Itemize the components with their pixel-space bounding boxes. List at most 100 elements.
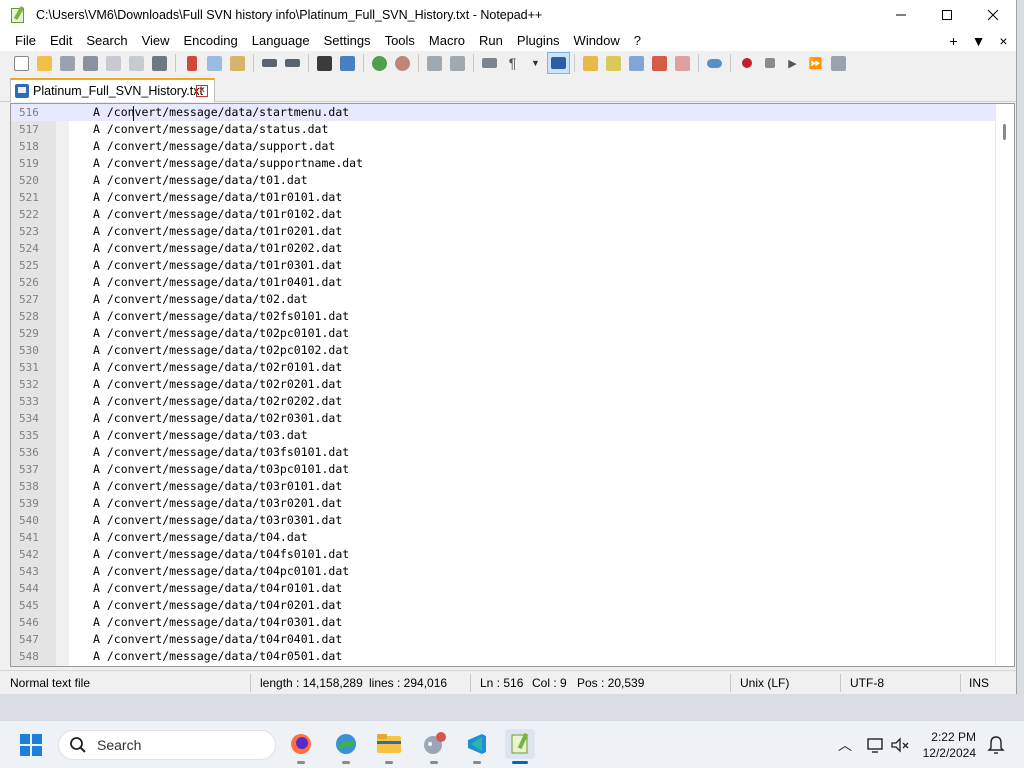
line-text[interactable]: A /convert/message/data/supportname.dat xyxy=(93,155,363,172)
editor-line[interactable]: 521 A /convert/message/data/t01r0101.dat xyxy=(11,189,996,206)
vertical-scrollbar[interactable] xyxy=(995,104,1014,666)
line-text[interactable]: A /convert/message/data/t03r0101.dat xyxy=(93,478,342,495)
notification-bell-icon[interactable] xyxy=(987,735,1005,755)
line-text[interactable]: A /convert/message/data/t04r0201.dat xyxy=(93,597,342,614)
word-wrap-button[interactable] xyxy=(478,52,501,74)
editor-lines[interactable]: 516 A /convert/message/data/startmenu.dat… xyxy=(11,104,996,665)
menu-settings[interactable]: Settings xyxy=(317,30,378,51)
network-icon[interactable] xyxy=(866,736,886,754)
cut-button[interactable] xyxy=(180,52,203,74)
menu-language[interactable]: Language xyxy=(245,30,317,51)
new-file-button[interactable] xyxy=(10,52,33,74)
editor-line[interactable]: 536 A /convert/message/data/t03fs0101.dat xyxy=(11,444,996,461)
menu-file[interactable]: File xyxy=(8,30,43,51)
line-text[interactable]: A /convert/message/data/t02r0101.dat xyxy=(93,359,342,376)
editor-line[interactable]: 528 A /convert/message/data/t02fs0101.dat xyxy=(11,308,996,325)
editor-line[interactable]: 530 A /convert/message/data/t02pc0102.dat xyxy=(11,342,996,359)
stop-record-button[interactable] xyxy=(758,52,781,74)
user-defined-lang-button[interactable] xyxy=(579,52,602,74)
line-text[interactable]: A /convert/message/data/t02pc0102.dat xyxy=(93,342,349,359)
line-text[interactable]: A /convert/message/data/t02r0201.dat xyxy=(93,376,342,393)
text-editor[interactable]: 516 A /convert/message/data/startmenu.dat… xyxy=(10,103,1015,667)
line-text[interactable]: A /convert/message/data/t03r0301.dat xyxy=(93,512,342,529)
find-button[interactable] xyxy=(313,52,336,74)
menu-plugins[interactable]: Plugins xyxy=(510,30,567,51)
line-text[interactable]: A /convert/message/data/t04.dat xyxy=(93,529,308,546)
line-text[interactable]: A /convert/message/data/t01r0301.dat xyxy=(93,257,342,274)
show-hidden-icons-chevron-icon[interactable]: ︿ xyxy=(834,735,856,755)
taskbar-browser[interactable] xyxy=(331,729,361,764)
save-macro-button[interactable] xyxy=(827,52,850,74)
line-text[interactable]: A /convert/message/data/t02.dat xyxy=(93,291,308,308)
replace-button[interactable] xyxy=(336,52,359,74)
title-bar[interactable]: C:\Users\VM6\Downloads\Full SVN history … xyxy=(0,0,1016,30)
editor-line[interactable]: 523 A /convert/message/data/t01r0201.dat xyxy=(11,223,996,240)
indent-guide-button[interactable] xyxy=(547,52,570,74)
line-text[interactable]: A /convert/message/data/t03.dat xyxy=(93,427,308,444)
editor-line[interactable]: 529 A /convert/message/data/t02pc0101.dat xyxy=(11,325,996,342)
menu-macro[interactable]: Macro xyxy=(422,30,472,51)
zoom-out-button[interactable] xyxy=(391,52,414,74)
editor-line[interactable]: 537 A /convert/message/data/t03pc0101.dat xyxy=(11,461,996,478)
menu-edit[interactable]: Edit xyxy=(43,30,79,51)
folder-workspace-button[interactable] xyxy=(671,52,694,74)
record-macro-button[interactable] xyxy=(735,52,758,74)
editor-line[interactable]: 541 A /convert/message/data/t04.dat xyxy=(11,529,996,546)
menu-run[interactable]: Run xyxy=(472,30,510,51)
editor-line[interactable]: 544 A /convert/message/data/t04r0101.dat xyxy=(11,580,996,597)
volume-muted-icon[interactable] xyxy=(890,736,910,754)
line-text[interactable]: A /convert/message/data/t04pc0101.dat xyxy=(93,563,349,580)
taskbar-search[interactable]: Search xyxy=(58,730,276,760)
sync-vertical-button[interactable] xyxy=(423,52,446,74)
paste-button[interactable] xyxy=(226,52,249,74)
editor-line[interactable]: 538 A /convert/message/data/t03r0101.dat xyxy=(11,478,996,495)
function-list-button[interactable] xyxy=(648,52,671,74)
editor-line[interactable]: 545 A /convert/message/data/t04r0201.dat xyxy=(11,597,996,614)
menu-search[interactable]: Search xyxy=(79,30,134,51)
taskbar-firefox[interactable] xyxy=(286,729,316,764)
menu-help[interactable]: ? xyxy=(627,30,648,51)
editor-line[interactable]: 540 A /convert/message/data/t03r0301.dat xyxy=(11,512,996,529)
status-line-number[interactable]: Ln : 516 xyxy=(480,671,523,695)
show-all-chars-button[interactable]: ¶ xyxy=(501,52,524,74)
menu-tools[interactable]: Tools xyxy=(378,30,422,51)
editor-line[interactable]: 517 A /convert/message/data/status.dat xyxy=(11,121,996,138)
editor-line[interactable]: 526 A /convert/message/data/t01r0401.dat xyxy=(11,274,996,291)
line-text[interactable]: A /convert/message/data/status.dat xyxy=(93,121,328,138)
close-file-button[interactable] xyxy=(102,52,125,74)
editor-line[interactable]: 524 A /convert/message/data/t01r0202.dat xyxy=(11,240,996,257)
monitoring-button[interactable] xyxy=(703,52,726,74)
tab-list-dropdown-icon[interactable]: ▼ xyxy=(966,33,991,49)
taskbar-vscode[interactable] xyxy=(462,729,492,764)
line-text[interactable]: A /convert/message/data/t01r0202.dat xyxy=(93,240,342,257)
line-text[interactable]: A /convert/message/data/t03fs0101.dat xyxy=(93,444,349,461)
scrollbar-thumb[interactable] xyxy=(1003,124,1006,140)
menu-window[interactable]: Window xyxy=(567,30,627,51)
sync-horizontal-button[interactable] xyxy=(446,52,469,74)
editor-line[interactable]: 518 A /convert/message/data/support.dat xyxy=(11,138,996,155)
editor-line[interactable]: 542 A /convert/message/data/t04fs0101.dat xyxy=(11,546,996,563)
editor-line[interactable]: 525 A /convert/message/data/t01r0301.dat xyxy=(11,257,996,274)
zoom-in-button[interactable] xyxy=(368,52,391,74)
run-macro-multiple-button[interactable]: ⏩ xyxy=(804,52,827,74)
line-text[interactable]: A /convert/message/data/t04r0501.dat xyxy=(93,648,342,665)
editor-line[interactable]: 547 A /convert/message/data/t04r0401.dat xyxy=(11,631,996,648)
line-text[interactable]: A /convert/message/data/support.dat xyxy=(93,138,335,155)
status-eol[interactable]: Unix (LF) xyxy=(740,671,789,695)
taskbar-notepadpp[interactable] xyxy=(505,729,535,764)
tab-platinum-svn-history[interactable]: Platinum_Full_SVN_History.txt × xyxy=(10,78,215,102)
line-text[interactable]: A /convert/message/data/t04r0401.dat xyxy=(93,631,342,648)
line-text[interactable]: A /convert/message/data/startmenu.dat xyxy=(93,104,349,121)
editor-line[interactable]: 531 A /convert/message/data/t02r0101.dat xyxy=(11,359,996,376)
line-text[interactable]: A /convert/message/data/t03r0201.dat xyxy=(93,495,342,512)
menu-encoding[interactable]: Encoding xyxy=(177,30,245,51)
taskbar-robot-app[interactable] xyxy=(419,729,449,764)
document-list-button[interactable] xyxy=(625,52,648,74)
editor-line[interactable]: 534 A /convert/message/data/t02r0301.dat xyxy=(11,410,996,427)
line-text[interactable]: A /convert/message/data/t02pc0101.dat xyxy=(93,325,349,342)
line-text[interactable]: A /convert/message/data/t01r0102.dat xyxy=(93,206,342,223)
status-column[interactable]: Col : 9 xyxy=(532,671,567,695)
print-button[interactable] xyxy=(148,52,171,74)
line-text[interactable]: A /convert/message/data/t04r0101.dat xyxy=(93,580,342,597)
line-text[interactable]: A /convert/message/data/t01r0401.dat xyxy=(93,274,342,291)
